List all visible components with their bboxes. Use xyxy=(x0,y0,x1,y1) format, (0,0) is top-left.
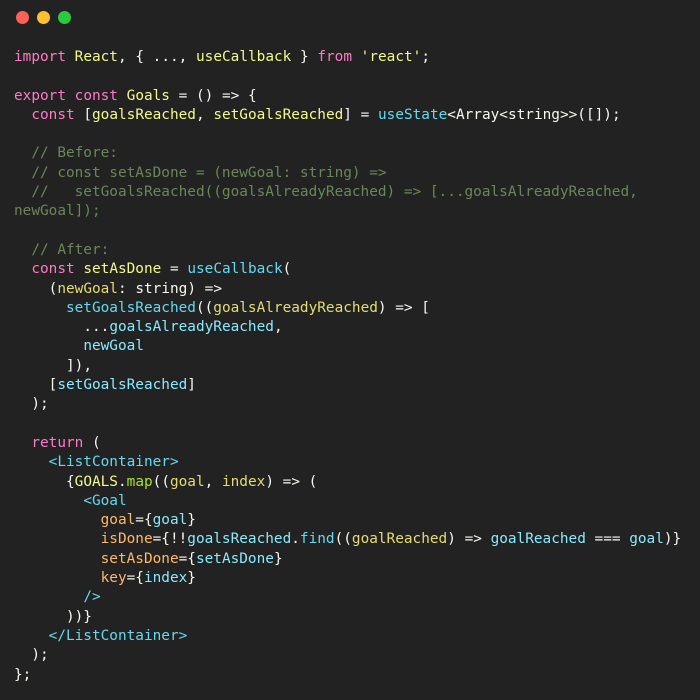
code-line: import React, { ..., useCallback } from … xyxy=(14,49,430,65)
code-line: <ListContainer> xyxy=(48,454,179,471)
code-line: // setGoalsReached((goalsAlreadyReached)… xyxy=(14,184,647,220)
code-line: isDone={!!goalsReached.find((goalReached… xyxy=(100,531,682,548)
code-line: export const Goals = () => { xyxy=(14,87,257,104)
maximize-window-button[interactable] xyxy=(58,10,71,24)
close-window-button[interactable] xyxy=(16,10,29,24)
code-line: return ( xyxy=(31,434,101,451)
code-line: const setAsDone = useCallback( xyxy=(31,261,292,278)
code-block: import React, { ..., useCallback } from … xyxy=(14,48,684,685)
window-titlebar xyxy=(0,0,700,34)
code-line: [setGoalsReached] xyxy=(48,377,196,394)
code-line: </ListContainer> xyxy=(48,627,188,644)
code-line: }; xyxy=(14,666,32,683)
code-line: {GOALS.map((goal, index) => ( xyxy=(65,473,318,490)
code-line: key={index} xyxy=(100,570,196,587)
code-line: <Goal xyxy=(83,492,127,509)
code-line: // const setAsDone = (newGoal: string) =… xyxy=(14,164,387,181)
code-line: const [goalsReached, setGoalsReached] = … xyxy=(31,106,621,123)
code-line: ]), xyxy=(65,357,92,374)
code-snippet-window: import React, { ..., useCallback } from … xyxy=(0,0,700,700)
code-editor-area[interactable]: import React, { ..., useCallback } from … xyxy=(0,34,700,685)
code-line: newGoal xyxy=(83,338,144,355)
code-line: ); xyxy=(31,396,49,413)
code-line: /> xyxy=(83,589,101,606)
minimize-window-button[interactable] xyxy=(37,10,50,24)
code-line: ...goalsAlreadyReached, xyxy=(83,319,283,336)
code-line: setGoalsReached((goalsAlreadyReached) =>… xyxy=(65,299,430,316)
code-line: (newGoal: string) => xyxy=(48,280,222,297)
code-line: ))} xyxy=(65,608,92,625)
code-line: ); xyxy=(31,647,49,664)
code-line: // After: xyxy=(14,241,110,258)
code-line: // Before: xyxy=(14,145,118,162)
code-line: goal={goal} xyxy=(100,512,196,529)
code-line: setAsDone={setAsDone} xyxy=(100,550,283,567)
